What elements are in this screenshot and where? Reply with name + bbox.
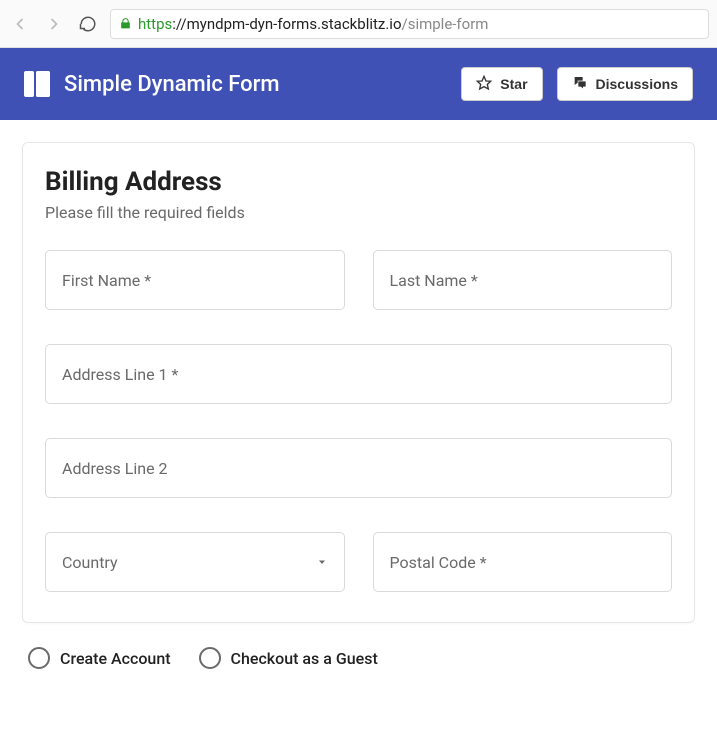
address1-label: Address Line 1 *	[62, 365, 178, 384]
country-select[interactable]: Country	[45, 532, 345, 592]
radio-icon	[199, 647, 221, 669]
url-scheme: https	[138, 15, 172, 33]
app-title: Simple Dynamic Form	[64, 72, 447, 97]
billing-card: Billing Address Please fill the required…	[22, 142, 695, 623]
country-label: Country	[62, 553, 118, 572]
url-text: https://myndpm-dyn-forms.stackblitz.io/s…	[138, 15, 488, 33]
last-name-field[interactable]: Last Name *	[373, 250, 673, 310]
lock-icon	[119, 17, 132, 30]
card-title: Billing Address	[45, 167, 672, 197]
postal-code-field[interactable]: Postal Code *	[373, 532, 673, 592]
browser-toolbar: https://myndpm-dyn-forms.stackblitz.io/s…	[0, 0, 717, 48]
last-name-label: Last Name *	[390, 271, 478, 290]
app-logo-icon	[24, 71, 50, 97]
chat-icon	[572, 75, 588, 94]
url-bar[interactable]: https://myndpm-dyn-forms.stackblitz.io/s…	[110, 9, 709, 39]
card-subtitle: Please fill the required fields	[45, 203, 672, 222]
reload-icon[interactable]	[76, 12, 100, 36]
create-account-radio[interactable]: Create Account	[28, 647, 171, 669]
postal-label: Postal Code *	[390, 553, 487, 572]
chevron-down-icon	[316, 556, 328, 568]
star-button[interactable]: Star	[461, 67, 542, 101]
url-path: /simple-form	[402, 15, 489, 33]
first-name-field[interactable]: First Name *	[45, 250, 345, 310]
star-label: Star	[500, 76, 527, 92]
app-header: Simple Dynamic Form Star Discussions	[0, 48, 717, 120]
first-name-label: First Name *	[62, 271, 151, 290]
create-account-label: Create Account	[60, 649, 171, 668]
url-host: ://myndpm-dyn-forms.stackblitz.io	[172, 15, 401, 33]
discussions-label: Discussions	[596, 76, 678, 92]
star-icon	[476, 75, 492, 94]
address1-field[interactable]: Address Line 1 *	[45, 344, 672, 404]
nav-back-icon[interactable]	[8, 12, 32, 36]
address2-label: Address Line 2	[62, 459, 168, 478]
guest-checkout-label: Checkout as a Guest	[231, 649, 378, 668]
guest-checkout-radio[interactable]: Checkout as a Guest	[199, 647, 378, 669]
address2-field[interactable]: Address Line 2	[45, 438, 672, 498]
account-type-radios: Create Account Checkout as a Guest	[22, 623, 695, 669]
discussions-button[interactable]: Discussions	[557, 67, 693, 101]
radio-icon	[28, 647, 50, 669]
content-area: Billing Address Please fill the required…	[0, 120, 717, 691]
nav-forward-icon[interactable]	[42, 12, 66, 36]
